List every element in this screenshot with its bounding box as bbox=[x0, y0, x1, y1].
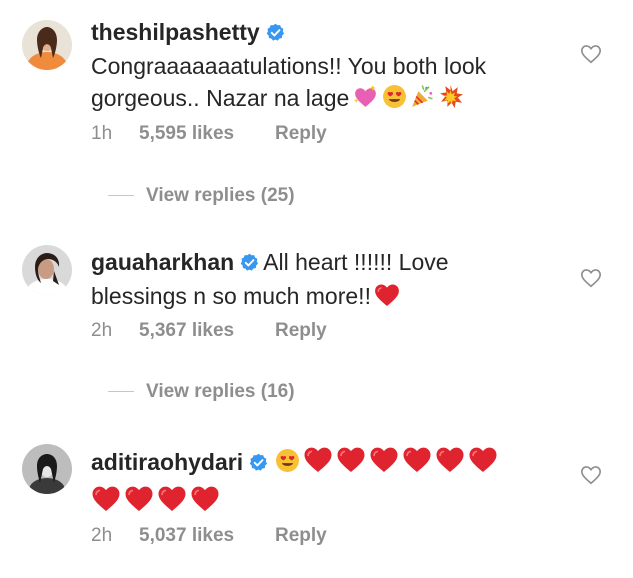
red-heart-icon bbox=[369, 446, 399, 481]
red-heart-icon bbox=[468, 446, 498, 481]
collision-icon bbox=[438, 84, 463, 117]
party-popper-icon bbox=[410, 84, 435, 117]
heart-sparkle-icon bbox=[352, 84, 379, 117]
red-heart-icon bbox=[374, 283, 400, 315]
verified-badge-icon bbox=[240, 248, 259, 280]
comment-body: gauaharkhan All heart !!!!!! Love blessin… bbox=[91, 246, 561, 315]
red-heart-icon bbox=[435, 446, 465, 481]
view-replies-button[interactable]: View replies (16) bbox=[108, 381, 295, 403]
reply-button[interactable]: Reply bbox=[275, 320, 327, 342]
heart-eyes-icon bbox=[382, 84, 407, 117]
comment-text: Congraaaaaaatulations!! You both look bbox=[91, 53, 487, 79]
likes-count[interactable]: 5,595 likes bbox=[139, 123, 275, 145]
red-heart-icon bbox=[157, 485, 187, 520]
comment-body: theshilpashetty Congraaaaaaatulations!! … bbox=[91, 16, 561, 117]
like-heart-icon[interactable] bbox=[580, 267, 602, 289]
comment-text: gorgeous.. Nazar na lage bbox=[91, 85, 350, 111]
view-replies-label: View replies (16) bbox=[146, 381, 295, 402]
verified-badge-icon bbox=[249, 448, 268, 480]
avatar[interactable] bbox=[22, 245, 72, 295]
comment-body: aditiraohydari bbox=[91, 446, 561, 520]
comment-gauaharkhan: gauaharkhan All heart !!!!!! Love blessin… bbox=[0, 230, 633, 430]
comment-text: All heart !!!!!! Love bbox=[263, 249, 449, 275]
red-heart-icon bbox=[336, 446, 366, 481]
comment-aditiraohydari: aditiraohydari 2h 5,037 likes Reply bbox=[0, 430, 633, 578]
red-heart-icon bbox=[303, 446, 333, 481]
red-heart-icon bbox=[91, 485, 121, 520]
avatar[interactable] bbox=[22, 444, 72, 494]
divider-line bbox=[108, 391, 134, 393]
avatar[interactable] bbox=[22, 20, 72, 70]
like-heart-icon[interactable] bbox=[580, 43, 602, 65]
comment-theshilpashetty: theshilpashetty Congraaaaaaatulations!! … bbox=[0, 0, 633, 230]
timestamp: 2h bbox=[91, 320, 113, 341]
comment-meta: 2h 5,367 likes Reply bbox=[91, 320, 327, 342]
username[interactable]: gauaharkhan bbox=[91, 249, 234, 275]
red-heart-icon bbox=[190, 485, 220, 520]
reply-button[interactable]: Reply bbox=[275, 123, 327, 145]
timestamp: 2h bbox=[91, 525, 113, 546]
comment-meta: 2h 5,037 likes Reply bbox=[91, 525, 327, 547]
view-replies-label: View replies (25) bbox=[146, 185, 295, 206]
comment-meta: 1h 5,595 likes Reply bbox=[91, 123, 327, 145]
reply-button[interactable]: Reply bbox=[275, 525, 327, 547]
username[interactable]: theshilpashetty bbox=[91, 19, 260, 45]
likes-count[interactable]: 5,037 likes bbox=[139, 525, 275, 547]
comment-text: blessings n so much more!! bbox=[91, 283, 371, 309]
view-replies-button[interactable]: View replies (25) bbox=[108, 185, 295, 207]
verified-badge-icon bbox=[266, 18, 285, 50]
timestamp: 1h bbox=[91, 123, 113, 144]
red-heart-icon bbox=[124, 485, 154, 520]
likes-count[interactable]: 5,367 likes bbox=[139, 320, 275, 342]
divider-line bbox=[108, 195, 134, 197]
red-heart-icon bbox=[402, 446, 432, 481]
like-heart-icon[interactable] bbox=[580, 464, 602, 486]
username[interactable]: aditiraohydari bbox=[91, 449, 243, 475]
heart-eyes-icon bbox=[275, 448, 300, 481]
